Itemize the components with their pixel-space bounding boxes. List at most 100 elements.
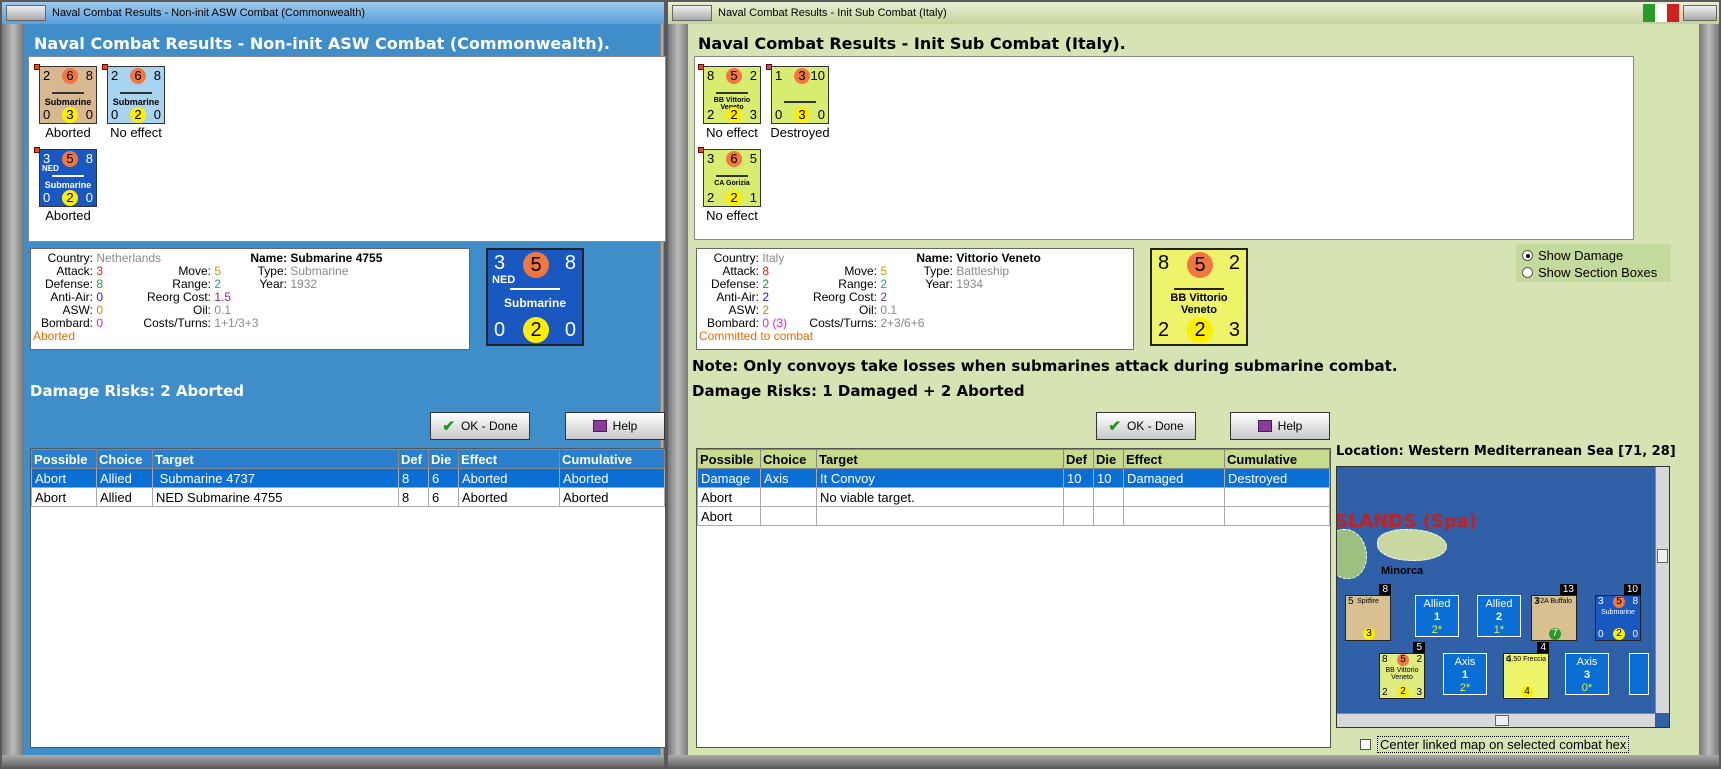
scroll-thumb[interactable] bbox=[1495, 715, 1509, 726]
help-button[interactable]: Help bbox=[565, 412, 665, 440]
window-menu-button[interactable] bbox=[672, 5, 712, 21]
unit-counter[interactable]: 2 6 8 Submarine 0 2 0 bbox=[102, 64, 165, 124]
table-row[interactable]: Damage Axis It Convoy 10 10 Damaged Dest… bbox=[697, 468, 1330, 488]
col-die[interactable]: Die bbox=[428, 449, 459, 469]
counter-aa: 0 bbox=[111, 107, 119, 122]
map-horizontal-scrollbar[interactable] bbox=[1337, 713, 1655, 727]
attack-label: Attack: bbox=[56, 264, 93, 278]
table-row[interactable]: Abort bbox=[697, 506, 1330, 526]
show-section-boxes-radio[interactable]: Show Section Boxes bbox=[1522, 264, 1665, 281]
col-def[interactable]: Def bbox=[1063, 449, 1094, 469]
col-die[interactable]: Die bbox=[1093, 449, 1124, 469]
marker-icon bbox=[102, 64, 108, 70]
window-close-button[interactable] bbox=[1683, 5, 1717, 21]
counter-aa: 0 bbox=[494, 319, 506, 341]
counter-name: Submarine bbox=[1601, 609, 1635, 616]
counter-attack: 3 bbox=[494, 252, 506, 274]
unit-counter[interactable]: 2 6 8 Submarine 0 3 0 bbox=[34, 64, 97, 124]
box-number: 2 bbox=[1495, 611, 1503, 623]
counter-range: 4 bbox=[1521, 686, 1533, 698]
asw-combat-window: Naval Combat Results - Non-init ASW Comb… bbox=[0, 0, 666, 769]
defense-value: 8 bbox=[96, 277, 104, 291]
cell-cumulative bbox=[1224, 487, 1330, 507]
location-label: Location: Western Mediterranean Sea [71,… bbox=[1336, 444, 1676, 459]
marker-icon bbox=[698, 64, 704, 70]
window-menu-button[interactable] bbox=[6, 5, 46, 21]
map-unit-counter[interactable]: 8 5 Spitfire 3 bbox=[1345, 584, 1391, 641]
reorg-label: Reorg Cost: bbox=[146, 290, 211, 304]
unit-counter[interactable]: 3 6 5 CA Gorizia 2 2 1 bbox=[698, 147, 761, 207]
box-sub: 0* bbox=[1581, 682, 1593, 694]
col-possible[interactable]: Possible bbox=[697, 449, 761, 469]
year-value: 1934 bbox=[956, 277, 984, 291]
counter-result: No effect bbox=[110, 125, 162, 140]
table-row[interactable]: Abort Allied Submarine 4737 8 6 Aborted … bbox=[31, 468, 665, 488]
combat-section-box[interactable]: Allied 2 1* bbox=[1477, 595, 1521, 637]
country-label: Country: bbox=[47, 251, 93, 265]
col-def[interactable]: Def bbox=[398, 449, 429, 469]
counter-name: F2A Buffalo bbox=[1535, 598, 1573, 605]
help-label: Help bbox=[612, 419, 638, 433]
ok-done-button[interactable]: ✔ OK - Done bbox=[430, 412, 530, 440]
unit-counter-panel: 8 5 2 BB Vittorio Veneto 2 2 3 No effect… bbox=[694, 56, 1634, 240]
counter-name: Spitfire bbox=[1357, 598, 1379, 605]
counter-name: BB Vittorio Veneto bbox=[1385, 667, 1419, 681]
col-choice[interactable]: Choice bbox=[96, 449, 153, 469]
name-label: Name: bbox=[916, 251, 953, 265]
combat-section-box[interactable]: Axis 3 0* bbox=[1565, 653, 1609, 695]
table-row[interactable]: Abort Allied NED Submarine 4755 8 6 Abor… bbox=[31, 487, 665, 507]
show-damage-radio[interactable]: Show Damage bbox=[1522, 247, 1665, 264]
counter-range: 3 bbox=[62, 107, 78, 123]
left-titlebar[interactable]: Naval Combat Results - Non-init ASW Comb… bbox=[2, 2, 664, 24]
ok-done-button[interactable]: ✔ OK - Done bbox=[1096, 412, 1196, 440]
help-button[interactable]: Help bbox=[1230, 412, 1330, 440]
cell-choice: Allied bbox=[96, 468, 153, 488]
col-target[interactable]: Target bbox=[152, 449, 399, 469]
center-map-checkbox[interactable]: Center linked map on selected combat hex bbox=[1360, 736, 1630, 753]
col-cumulative[interactable]: Cumulative bbox=[1224, 449, 1330, 469]
map-unit-counter[interactable]: 13 3 F2A Buffalo 7 bbox=[1531, 584, 1577, 641]
defense-value: 2 bbox=[762, 277, 770, 291]
map-unit-counter[interactable]: 10 3 5 8 Submarine 0 2 0 bbox=[1595, 584, 1641, 641]
col-effect[interactable]: Effect bbox=[1123, 449, 1225, 469]
combat-section-box[interactable]: Axis 1 2* bbox=[1443, 653, 1487, 695]
counter-result: Aborted bbox=[45, 208, 91, 223]
counter-move: 8 bbox=[1632, 596, 1638, 607]
map-unit-counter[interactable]: 4 4 G.50 Freccia 4 bbox=[1503, 642, 1549, 699]
cell-target: NED Submarine 4755 bbox=[152, 487, 399, 507]
unit-counter[interactable]: 1 3 10 0 3 0 bbox=[766, 64, 829, 124]
year-label: Year: bbox=[925, 277, 953, 291]
counter-name: BB Vittorio Veneto bbox=[1170, 292, 1228, 316]
table-header-row: Possible Choice Target Def Die Effect Cu… bbox=[31, 449, 665, 469]
right-titlebar[interactable]: Naval Combat Results - Init Sub Combat (… bbox=[668, 2, 1719, 24]
defense-label: Defense: bbox=[710, 277, 759, 291]
col-cumulative[interactable]: Cumulative bbox=[559, 449, 665, 469]
marker-icon bbox=[34, 64, 40, 70]
unit-counter[interactable]: 3 5 8 NED Submarine 0 2 0 bbox=[34, 147, 97, 207]
counter-asw: 0 bbox=[153, 107, 161, 122]
submarine-icon bbox=[120, 89, 152, 94]
counter-aa: 2 bbox=[1158, 319, 1170, 341]
linked-map[interactable]: SLANDS (Spa) Minorca 8 5 Spitfire 3 Alli… bbox=[1336, 466, 1670, 728]
table-row[interactable]: Abort No viable target. bbox=[697, 487, 1330, 507]
help-book-icon bbox=[1257, 420, 1272, 432]
cell-cumulative bbox=[1224, 506, 1330, 526]
bombard-value: 0 (3) bbox=[762, 316, 788, 330]
col-possible[interactable]: Possible bbox=[31, 449, 97, 469]
combat-section-box-partial[interactable] bbox=[1629, 653, 1649, 695]
type-value: Battleship bbox=[956, 264, 1010, 278]
cell-die: 10 bbox=[1093, 468, 1124, 488]
marker-icon bbox=[698, 147, 704, 153]
unit-counter[interactable]: 8 5 2 BB Vittorio Veneto 2 2 3 bbox=[698, 64, 761, 124]
col-choice[interactable]: Choice bbox=[760, 449, 817, 469]
combat-section-box[interactable]: Allied 1 2* bbox=[1415, 595, 1459, 637]
col-target[interactable]: Target bbox=[816, 449, 1064, 469]
scroll-thumb[interactable] bbox=[1657, 549, 1668, 563]
map-unit-counter[interactable]: 5 8 5 2 BB Vittorio Veneto 2 2 3 bbox=[1379, 642, 1425, 699]
defense-label: Defense: bbox=[44, 277, 93, 291]
col-effect[interactable]: Effect bbox=[458, 449, 560, 469]
map-vertical-scrollbar[interactable] bbox=[1655, 467, 1669, 713]
asw-value: 0 bbox=[96, 303, 104, 317]
counter-defense: 3 bbox=[794, 68, 810, 84]
antiair-label: Anti-Air: bbox=[716, 290, 759, 304]
